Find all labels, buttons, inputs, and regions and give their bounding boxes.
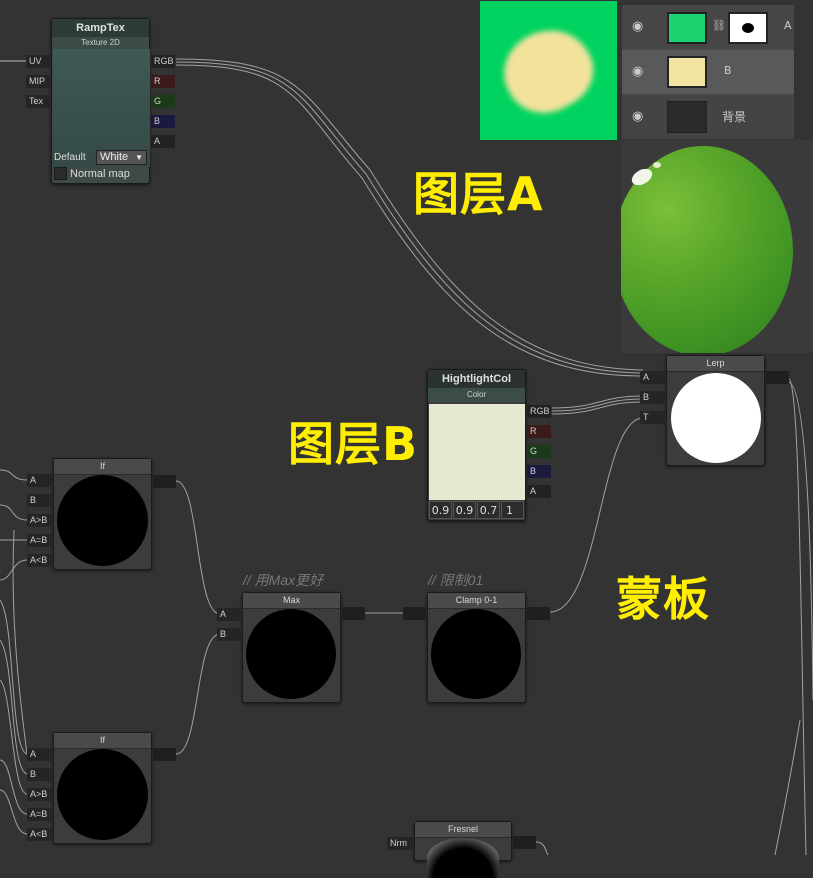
default-label: Default [54, 152, 86, 163]
layer-b-thumb [667, 56, 707, 88]
default-dropdown-value: White [100, 151, 129, 163]
sphere-highlight-small [653, 162, 661, 168]
ramptex-output-a[interactable]: A [151, 135, 175, 148]
if-node-top[interactable]: If [53, 458, 152, 570]
hightlightcol-output-a[interactable]: A [527, 485, 551, 498]
if-node-bottom[interactable]: If [53, 732, 152, 844]
mask-label: 蒙板 [616, 572, 710, 626]
lerp-output[interactable] [766, 371, 789, 384]
clamp-comment: // 限制01 [428, 572, 484, 588]
clamp-input[interactable] [403, 607, 426, 620]
ramptex-output-g[interactable]: G [151, 95, 175, 108]
if-bottom-input-a[interactable]: A [27, 748, 52, 761]
ramptex-title: RampTex [52, 19, 149, 37]
lerp-preview [671, 373, 761, 463]
color-swatch[interactable] [429, 404, 525, 500]
if-bottom-output[interactable] [153, 748, 176, 761]
layer-row-b[interactable]: ◉ B [622, 50, 794, 94]
fresnel-title: Fresnel [415, 822, 511, 838]
eye-icon[interactable]: ◉ [632, 19, 643, 34]
max-input-b[interactable]: B [217, 628, 241, 641]
max-title: Max [243, 593, 340, 609]
ramptex-subtitle: Texture 2D [81, 38, 120, 47]
fresnel-output[interactable] [513, 836, 536, 849]
ramptex-input-mip[interactable]: MIP [26, 75, 50, 88]
max-input-a[interactable]: A [217, 608, 241, 621]
max-preview [246, 609, 336, 699]
lerp-input-b[interactable]: B [640, 391, 665, 404]
hightlightcol-output-rgb[interactable]: RGB [527, 405, 551, 418]
layer-a-name: A [784, 19, 792, 32]
color-value-g[interactable]: 0.9 [453, 501, 476, 519]
hightlightcol-output-r[interactable]: R [527, 425, 551, 438]
layer-a-thumb [667, 12, 707, 44]
eye-icon[interactable]: ◉ [632, 64, 643, 79]
ramptex-node[interactable]: RampTex Texture 2D Default White ▼ Norma… [51, 18, 150, 184]
link-icon: ⛓ [712, 19, 726, 32]
background-layer-name: 背景 [722, 110, 747, 124]
ramptex-output-b[interactable]: B [151, 115, 175, 128]
if-top-input-altb[interactable]: A<B [27, 554, 52, 567]
layers-panel: ◉ ⛓ A ◉ B ◉ 背景 [622, 5, 794, 139]
if-top-output[interactable] [153, 475, 176, 488]
layer-b-label: 图层B [288, 417, 419, 471]
if-bottom-input-b[interactable]: B [27, 768, 52, 781]
ramptex-output-r[interactable]: R [151, 75, 175, 88]
layer-a-label: 图层A [413, 167, 544, 221]
max-node[interactable]: Max [242, 592, 341, 703]
hightlightcol-output-b[interactable]: B [527, 465, 551, 478]
lerp-input-t[interactable]: T [640, 411, 665, 424]
clamp-preview [431, 609, 521, 699]
if-top-preview [57, 475, 148, 566]
default-dropdown[interactable]: White ▼ [96, 150, 147, 165]
if-top-input-aeqb[interactable]: A=B [27, 534, 52, 547]
normal-map-checkbox[interactable] [54, 167, 67, 180]
lerp-title: Lerp [667, 356, 764, 372]
if-top-input-a[interactable]: A [27, 474, 52, 487]
cream-blob [489, 14, 607, 128]
layer-row-a[interactable]: ◉ ⛓ A [622, 5, 794, 49]
layer-a-preview [480, 1, 617, 140]
chevron-down-icon: ▼ [135, 153, 143, 162]
max-comment: // 用Max更好 [243, 572, 324, 588]
eye-icon[interactable]: ◉ [632, 109, 643, 124]
background-thumb [667, 101, 707, 133]
fresnel-preview [427, 838, 499, 878]
if-top-title: If [54, 459, 151, 475]
if-bottom-input-aeqb[interactable]: A=B [27, 808, 52, 821]
if-bottom-input-agtb[interactable]: A>B [27, 788, 52, 801]
fresnel-input-nrm[interactable]: Nrm [387, 837, 413, 850]
color-values-row: 0.9 0.9 0.7 1 [429, 501, 525, 519]
ramptex-output-rgb[interactable]: RGB [151, 55, 175, 68]
ramptex-input-tex[interactable]: Tex [26, 95, 50, 108]
if-top-input-b[interactable]: B [27, 494, 52, 507]
color-value-r[interactable]: 0.9 [429, 501, 452, 519]
normal-map-label: Normal map [70, 168, 130, 180]
layer-a-mask-thumb [728, 12, 768, 44]
sphere-preview [621, 140, 813, 353]
ramptex-input-uv[interactable]: UV [26, 55, 50, 68]
clamp-node[interactable]: Clamp 0-1 [427, 592, 526, 703]
clamp-output[interactable] [527, 607, 550, 620]
color-value-a[interactable]: 1 [501, 501, 524, 519]
if-bottom-input-altb[interactable]: A<B [27, 828, 52, 841]
lerp-node[interactable]: Lerp [666, 355, 765, 466]
clamp-title: Clamp 0-1 [428, 593, 525, 609]
hightlightcol-subtitle: Color [428, 388, 525, 402]
color-value-b[interactable]: 0.7 [477, 501, 500, 519]
hightlightcol-node[interactable]: HightlightCol Color 0.9 0.9 0.7 1 [427, 369, 526, 521]
hightlightcol-title: HightlightCol [428, 370, 525, 388]
if-bottom-preview [57, 749, 148, 840]
if-bottom-title: If [54, 733, 151, 749]
layer-b-name: B [724, 64, 732, 77]
if-top-input-agtb[interactable]: A>B [27, 514, 52, 527]
lerp-input-a[interactable]: A [640, 371, 665, 384]
fresnel-node[interactable]: Fresnel [414, 821, 512, 878]
max-output[interactable] [342, 607, 365, 620]
layer-row-background[interactable]: ◉ 背景 [622, 95, 794, 139]
hightlightcol-output-g[interactable]: G [527, 445, 551, 458]
